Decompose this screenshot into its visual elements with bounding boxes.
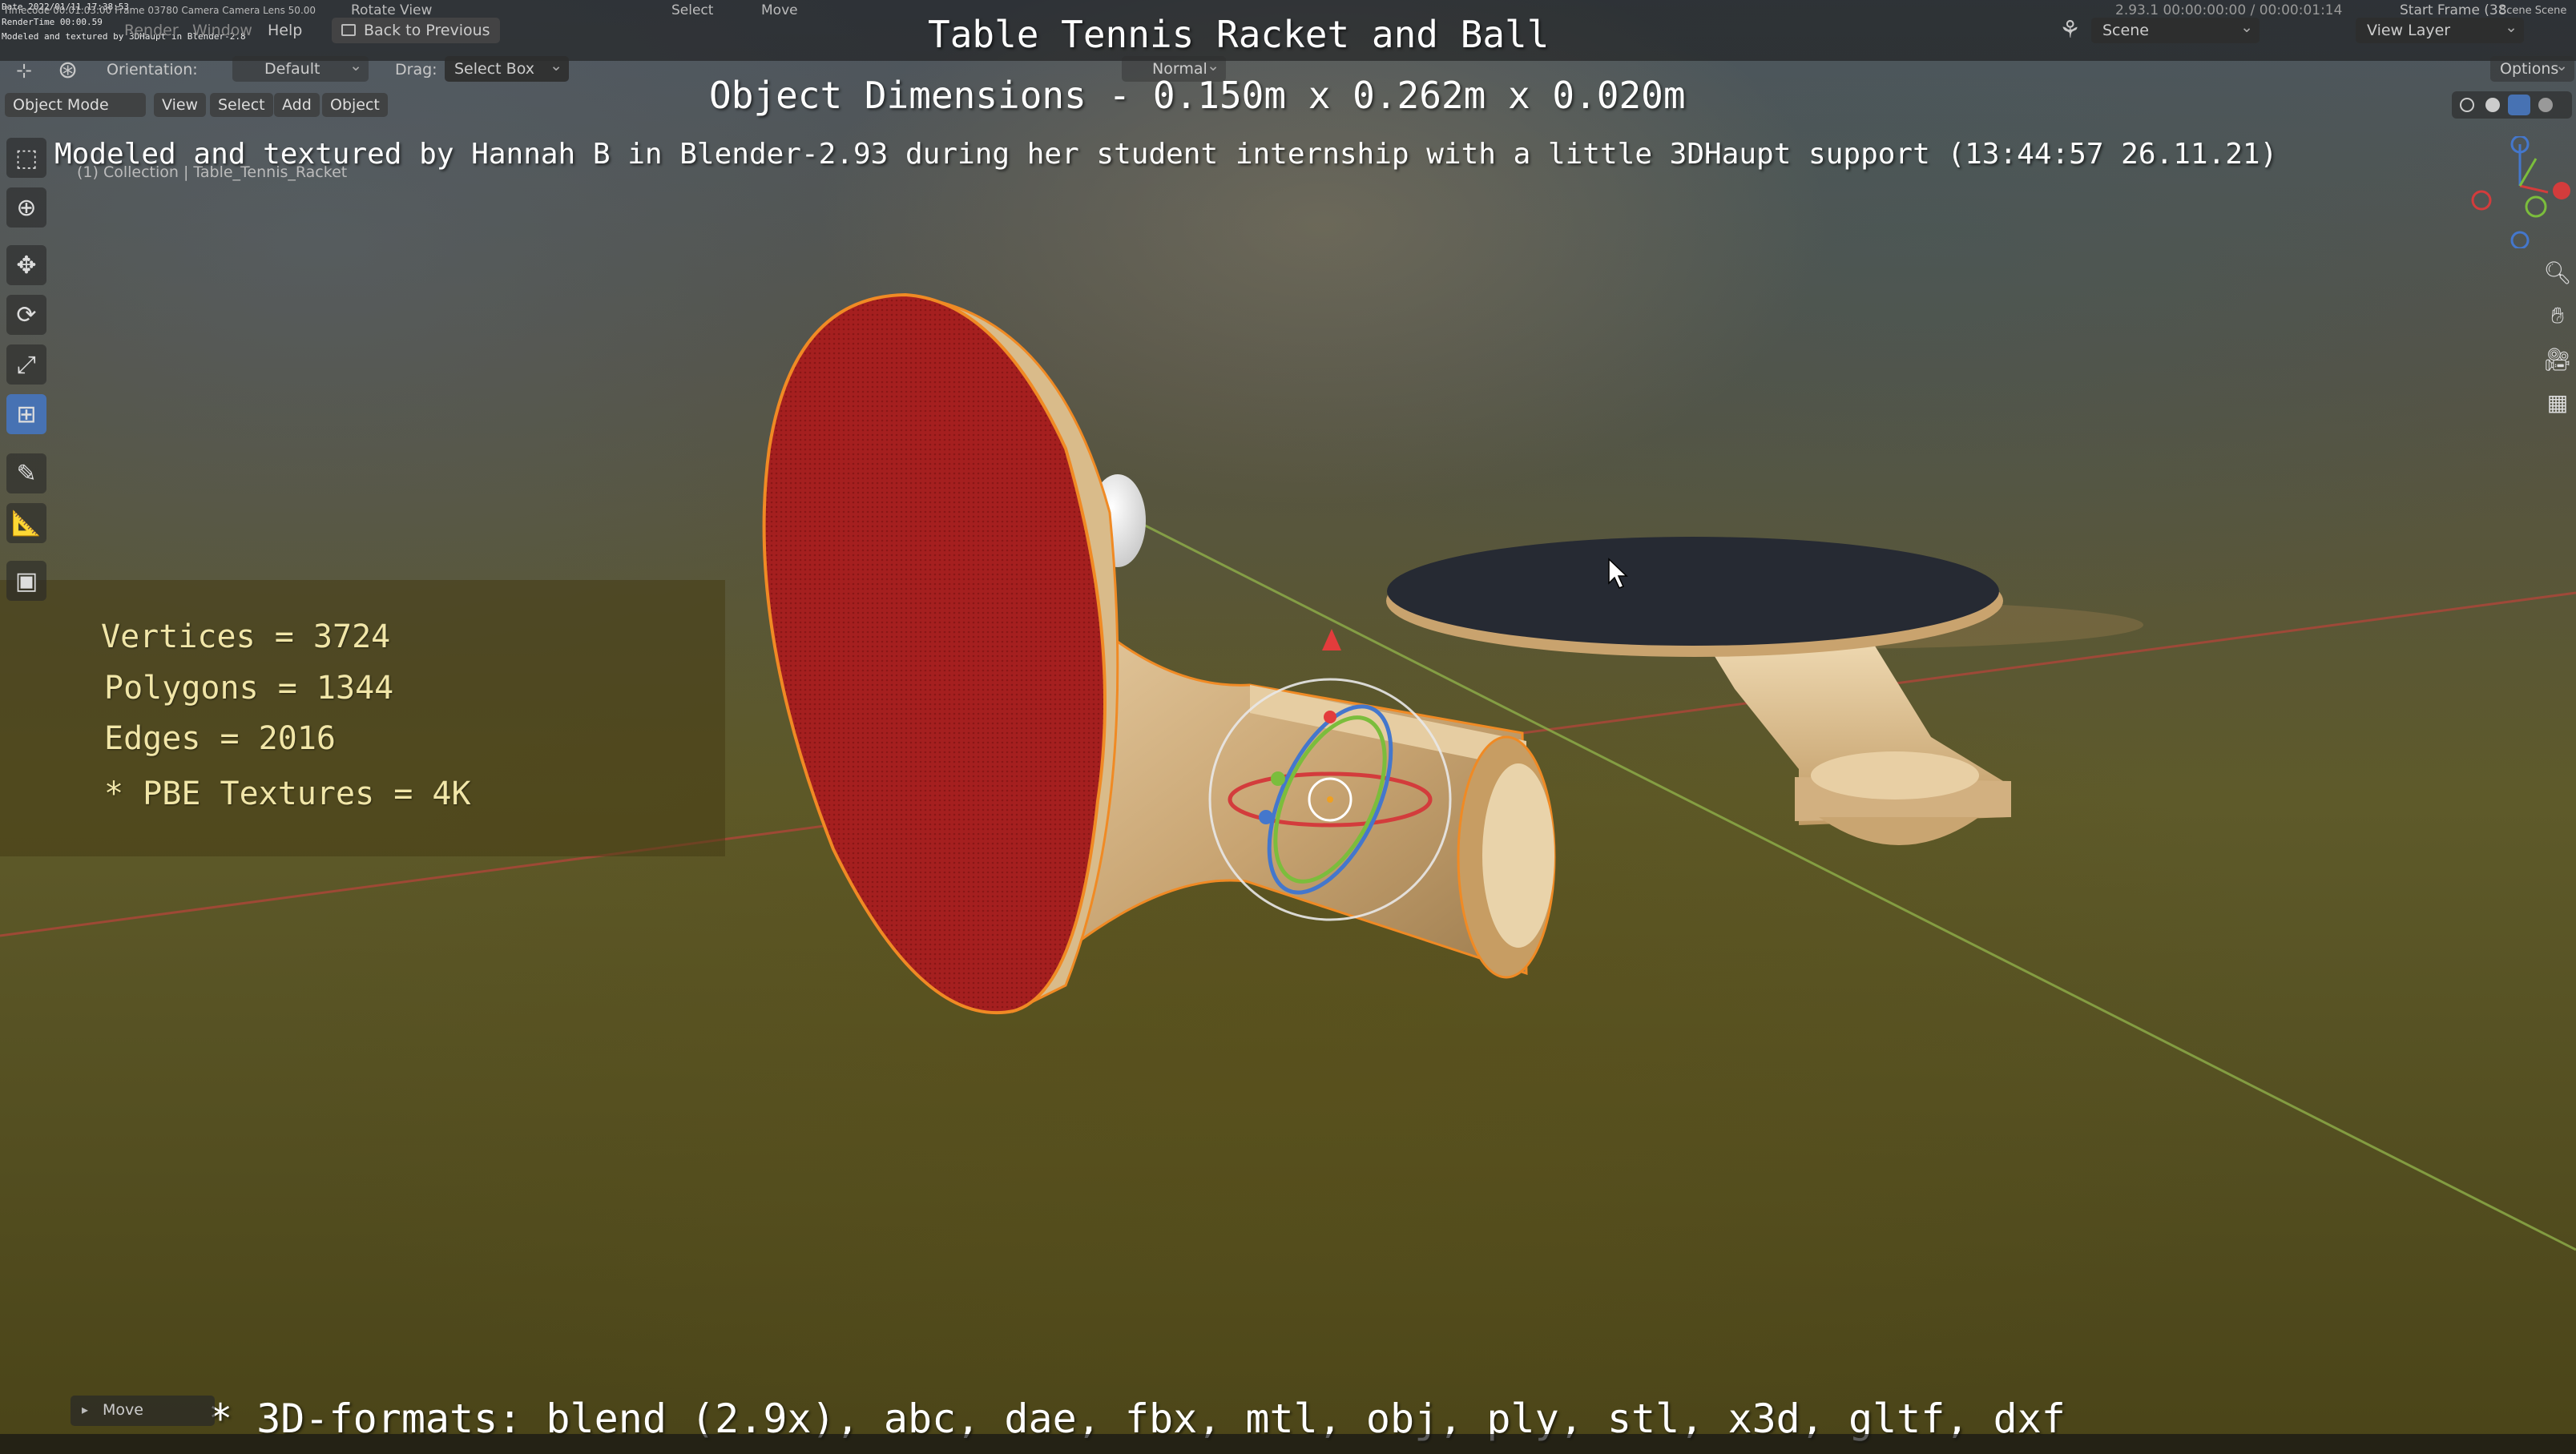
overlay-dimensions: Object Dimensions - 0.150m x 0.262m x 0.… [709,74,1686,117]
menu-window[interactable]: Window [192,22,252,39]
transform-icon[interactable]: ⊛ [58,56,78,84]
status-timecode: Timecode 00:01:03:00 Frame 03780 Camera … [3,5,316,16]
move-icon[interactable]: ✥ [6,245,46,285]
stat-polygons: Polygons = 1344 [104,670,394,707]
hand-pan-icon[interactable]: ✋︎ [2542,298,2574,333]
stat-vertices: Vertices = 3724 [101,618,391,655]
rendered-shading-icon[interactable] [2538,98,2553,112]
scale-icon[interactable]: ⤢ [6,344,46,385]
status-scene: Scene Scene [2500,5,2567,17]
overlay-credit: Modeled and textured by Hannah B in Blen… [54,138,2278,171]
options-dropdown[interactable]: Options [2490,53,2574,82]
material-shading-icon[interactable] [2508,95,2530,115]
stat-textures: * PBE Textures = 4K [104,775,471,812]
status-version: 2.93.1 00:00:00:00 / 00:00:01:14 [2115,2,2343,18]
overlay-title: Table Tennis Racket and Ball [928,13,1550,56]
stat-edges: Edges = 2016 [104,720,336,757]
drag-label: Drag: [395,61,437,79]
last-operation-panel[interactable]: ▸ Move [71,1396,215,1426]
status-start-frame: Start Frame (38 [2400,2,2507,18]
status-select: Select [671,2,714,18]
status-rotate-view: Rotate View [351,2,433,18]
menu-object[interactable]: Object [322,93,388,117]
last-operation-label: Move [103,1401,143,1419]
menu-add[interactable]: Add [274,93,320,117]
transform-icon[interactable]: ⊞ [6,394,46,434]
stamp-render-time: RenderTime 00:00.59 [2,17,103,27]
orientation-label: Orientation: [107,61,198,79]
grid-icon[interactable]: ▦ [2542,385,2574,420]
status-bar [0,1434,2576,1454]
cursor-icon[interactable]: ⊕ [6,187,46,228]
left-toolbar: ⬚ ⊕ ✥ ⟳ ⤢ ⊞ ✎ 📐 ▣ [0,138,51,610]
screen-icon [341,24,356,36]
menu-select[interactable]: Select [210,93,273,117]
drag-dropdown[interactable]: Select Box [445,53,569,82]
add-cube-icon[interactable]: ▣ [6,561,46,601]
shading-buttons[interactable] [2452,91,2572,119]
back-to-previous-button[interactable]: Back to Previous [332,18,500,43]
scene-selector[interactable]: Scene [2091,14,2260,43]
menu-render[interactable]: Render [124,22,179,39]
wireframe-shading-icon[interactable] [2460,98,2474,112]
menu-view[interactable]: View [154,93,207,117]
view-layer-selector[interactable]: View Layer [2356,14,2524,43]
editor-type-icon[interactable]: ⊹ [16,59,32,82]
status-move: Move [761,2,798,18]
mode-dropdown[interactable]: Object Mode [5,93,146,117]
zoom-icon[interactable]: 🔍︎ [2542,255,2574,290]
camera-icon[interactable]: 🎥︎ [2542,341,2574,377]
select-box-icon[interactable]: ⬚ [6,138,46,178]
3d-viewport[interactable]: Date 2022/01/11 17:38:53 RenderTime 00:0… [0,0,2576,1454]
navigation-gizmo[interactable] [2464,136,2576,248]
rotate-icon[interactable]: ⟳ [6,295,46,335]
expand-arrow-icon: ▸ [82,1402,89,1417]
annotate-icon[interactable]: ✎ [6,453,46,493]
orientation-dropdown[interactable]: Default [232,53,369,82]
solid-shading-icon[interactable] [2485,98,2500,112]
menu-help[interactable]: Help [268,22,302,39]
scene-icon: ⚘ [2059,16,2081,44]
measure-icon[interactable]: 📐 [6,503,46,543]
front-racket-handle [1072,630,1556,979]
